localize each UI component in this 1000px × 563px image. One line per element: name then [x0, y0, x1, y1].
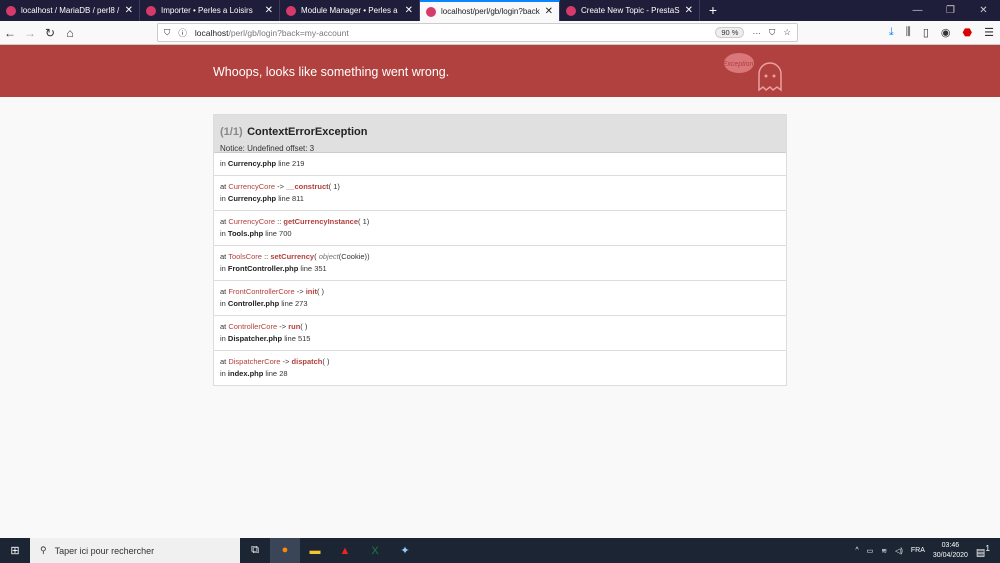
exception-panel: (1/1) ContextErrorException Notice: Unde… [213, 114, 787, 386]
close-tab-icon[interactable]: ✕ [405, 5, 413, 16]
home-button[interactable]: ⌂ [60, 26, 80, 40]
phpmyadmin-icon [6, 5, 16, 16]
trace-row: at CurrencyCore :: getCurrencyInstance( … [214, 211, 786, 246]
zoom-badge[interactable]: 90 % [715, 27, 745, 38]
close-tab-icon[interactable]: ✕ [125, 5, 133, 16]
minimize-button[interactable]: — [901, 0, 934, 21]
new-tab-button[interactable]: + [700, 0, 726, 21]
reload-button[interactable]: ↻ [40, 26, 60, 40]
url-host: localhost [194, 27, 229, 38]
close-tab-icon[interactable]: ✕ [685, 5, 693, 16]
acrobat-icon[interactable]: ▲ [330, 545, 360, 557]
exception-count: (1/1) [220, 126, 243, 138]
pocket-icon[interactable]: ⛉ [769, 27, 775, 38]
tray-chevron-icon[interactable]: ^ [855, 547, 858, 554]
account-icon[interactable]: ◉ [941, 26, 951, 39]
search-icon: ⚲ [40, 545, 47, 555]
prestashop-forum-icon [566, 5, 576, 16]
exception-name: ContextErrorException [247, 126, 368, 138]
url-path: /perl/gb/login?back=my-account [228, 27, 349, 38]
clock[interactable]: 03:46 30/04/2020 [933, 541, 968, 561]
trace-row: at ToolsCore :: setCurrency( object(Cook… [214, 246, 786, 281]
adblock-icon[interactable]: ⬣ [963, 26, 973, 39]
exception-message: Notice: Undefined offset: 3 [220, 144, 315, 153]
trace-row: at ControllerCore -> run( ) in Dispatcher… [214, 316, 786, 351]
task-view-icon[interactable]: ⧉ [240, 544, 270, 557]
excel-icon[interactable]: X [360, 545, 390, 557]
app-icon[interactable]: ✦ [390, 544, 420, 557]
forward-button[interactable]: → [20, 26, 40, 40]
more-icon[interactable]: ··· [752, 28, 761, 38]
svg-text:Exception!: Exception! [723, 61, 755, 68]
url-bar[interactable]: ⛉ ⓘ localhost/perl/gb/login?back=my-acco… [157, 23, 798, 42]
sidebar-icon[interactable]: ▯ [923, 26, 929, 39]
taskbar: ⊞ ⚲ Taper ici pour rechercher ⧉ ● ▬ ▲ X ✦… [0, 538, 1000, 563]
close-tab-icon[interactable]: ✕ [265, 5, 273, 16]
close-window-button[interactable]: ✕ [967, 0, 1000, 21]
trace-origin: in Currency.php line 219 [214, 153, 786, 176]
back-button[interactable]: ← [0, 26, 20, 40]
file-explorer-icon[interactable]: ▬ [300, 545, 330, 557]
browser-tab[interactable]: Importer • Perles a Loisirs ✕ [140, 0, 280, 21]
browser-tab[interactable]: Create New Topic - PrestaShop✕ [560, 0, 700, 21]
volume-icon[interactable]: ◁) [895, 547, 903, 555]
language-indicator[interactable]: FRA [911, 547, 925, 554]
trace-row: at DispatcherCore -> dispatch( ) in index… [220, 357, 330, 378]
ghost-icon [426, 6, 436, 17]
browser-tab[interactable]: Module Manager • Perles a Loisirs✕ [280, 0, 420, 21]
close-tab-icon[interactable]: ✕ [545, 6, 553, 17]
info-icon[interactable]: ⓘ [178, 27, 187, 39]
windows-start-icon[interactable]: ⊞ [0, 544, 30, 557]
prestashop-icon [146, 5, 156, 16]
trace-row: at FrontControllerCore -> init( ) in Cont… [214, 281, 786, 316]
banner-title: Whoops, looks like something went wrong. [213, 65, 450, 79]
error-banner: Whoops, looks like something went wrong.… [0, 45, 1000, 97]
wifi-icon[interactable]: ≋ [881, 547, 887, 555]
taskbar-search[interactable]: ⚲ Taper ici pour rechercher [30, 538, 240, 563]
ghost-exception-icon: Exception! [723, 53, 782, 92]
menu-icon[interactable]: ☰ [984, 26, 994, 39]
notifications-icon[interactable]: ▤1 [976, 543, 990, 558]
restore-button[interactable]: ❐ [934, 0, 967, 21]
shield-icon[interactable]: ⛉ [164, 27, 170, 38]
bookmark-star-icon[interactable]: ☆ [783, 27, 791, 38]
battery-icon[interactable]: ▭ [867, 547, 874, 555]
library-icon[interactable]: ⫼ [906, 26, 911, 39]
nav-toolbar: ← → ↻ ⌂ ⛉ ⓘ localhost/perl/gb/login?back… [0, 21, 1000, 45]
trace-row: at CurrencyCore -> __construct( 1) in Cur… [214, 176, 786, 211]
tab-bar: localhost / MariaDB / perl8 / ps ✕ Importe… [0, 0, 1000, 21]
browser-tab[interactable]: localhost / MariaDB / perl8 / ps ✕ [0, 0, 140, 21]
firefox-icon[interactable]: ● [270, 538, 300, 563]
download-icon[interactable]: ⤓ [889, 26, 894, 39]
browser-tab[interactable]: localhost/perl/gb/login?back=my-account✕ [420, 0, 560, 21]
prestashop-icon [286, 5, 296, 16]
